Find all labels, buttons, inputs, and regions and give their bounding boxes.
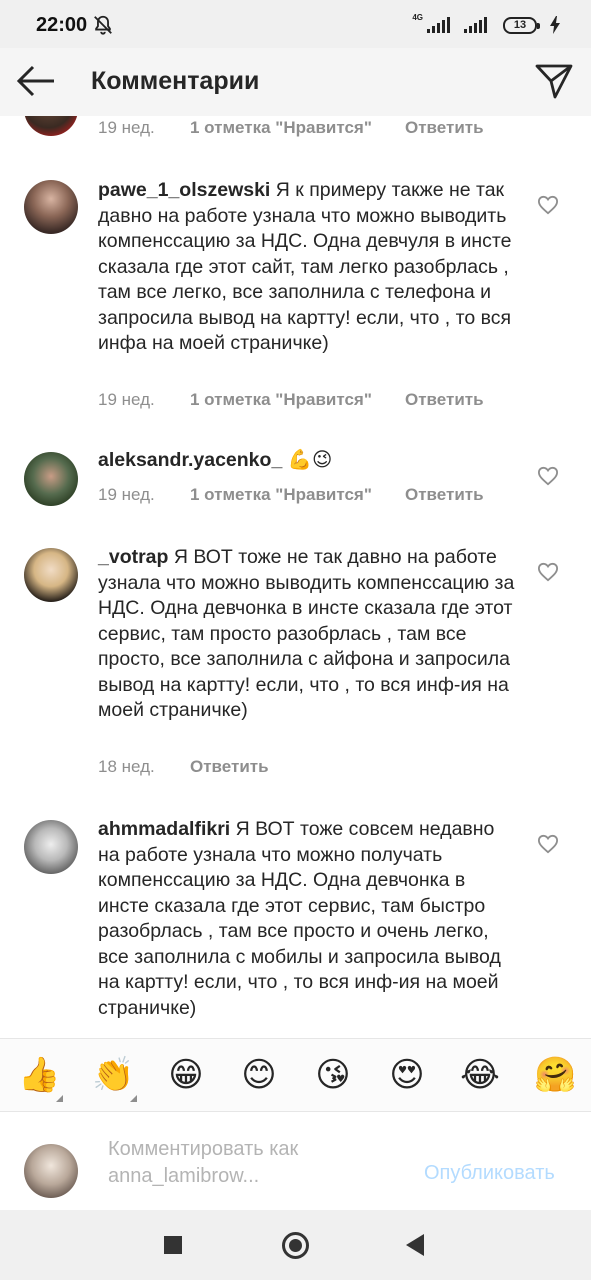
page-title: Комментарии <box>91 67 260 95</box>
reply-button[interactable]: Ответить <box>405 485 484 505</box>
back-icon[interactable] <box>406 1234 424 1256</box>
charging-icon <box>550 16 560 34</box>
comment-meta: 19 нед. 1 отметка "Нравится" Ответить <box>98 118 484 138</box>
avatar[interactable] <box>24 180 78 234</box>
comment-likes[interactable]: 1 отметка "Нравится" <box>190 118 405 138</box>
emoji-hug-button[interactable]: 🤗 <box>534 1055 576 1095</box>
comment-time: 19 нед. <box>98 485 155 504</box>
comment-likes[interactable]: 1 отметка "Нравится" <box>190 485 405 505</box>
system-nav-bar <box>0 1210 591 1280</box>
comment-input-placeholder: Комментировать как <box>108 1138 299 1160</box>
skin-tone-indicator <box>130 1095 137 1102</box>
comment-username[interactable]: pawe_1_olszewski <box>98 179 270 201</box>
comment-meta: 19 нед. 1 отметка "Нравится" Ответить <box>98 390 484 410</box>
like-heart-icon[interactable] <box>537 466 559 486</box>
comment-time: 19 нед. <box>98 390 155 409</box>
publish-button[interactable]: Опубликовать <box>424 1162 555 1185</box>
comment-input[interactable]: Комментировать как anna_lamibrow... <box>108 1136 408 1190</box>
signal-icon <box>427 17 450 33</box>
avatar[interactable] <box>24 548 78 602</box>
comment-meta: 18 нед. Ответить <box>98 757 269 777</box>
skin-tone-indicator <box>56 1095 63 1102</box>
comment-username[interactable]: aleksandr.yacenko_ <box>98 449 282 471</box>
home-icon[interactable] <box>282 1232 309 1259</box>
mute-icon <box>94 15 112 35</box>
reply-button[interactable]: Ответить <box>190 757 269 777</box>
quick-emoji-bar: 👍 👏 😁 😊 😘 😍 😂 🤗 <box>0 1038 591 1112</box>
status-bar: 22:00 4G 13 <box>0 0 591 48</box>
avatar[interactable] <box>24 452 78 506</box>
emoji-clap-button[interactable]: 👏 <box>92 1055 134 1095</box>
comment-username[interactable]: ahmmadalfikri <box>98 818 230 840</box>
emoji-kiss-button[interactable]: 😘 <box>313 1055 353 1095</box>
comment-meta: 19 нед. 1 отметка "Нравится" Ответить <box>98 485 484 505</box>
reply-button[interactable]: Ответить <box>405 390 484 410</box>
comment-body: 💪😉 <box>287 449 333 471</box>
comment-body: Я ВОТ тоже не так давно на работе узнала… <box>98 546 515 721</box>
comment-input-placeholder-user: anna_lamibrow... <box>108 1165 260 1187</box>
comment-likes[interactable]: 1 отметка "Нравится" <box>190 390 405 410</box>
network-type-label: 4G <box>412 13 423 22</box>
comment-time: 19 нед. <box>98 118 155 137</box>
comment-text: _votrap Я ВОТ тоже не так давно на работ… <box>98 545 518 724</box>
emoji-thumbs-up-button[interactable]: 👍 <box>18 1055 60 1095</box>
back-arrow-icon[interactable] <box>16 64 56 98</box>
battery-icon: 13 <box>503 16 540 34</box>
comment-username[interactable]: _votrap <box>98 546 168 568</box>
send-icon[interactable] <box>534 62 574 100</box>
signal-icon-2 <box>464 17 487 33</box>
comment-body: Я к примеру также не так давно на работе… <box>98 179 512 354</box>
comment-compose: Комментировать как anna_lamibrow... Опуб… <box>0 1112 591 1210</box>
emoji-grin-button[interactable]: 😁 <box>166 1055 206 1095</box>
app-header: Комментарии <box>0 48 591 116</box>
like-heart-icon[interactable] <box>537 834 559 854</box>
comment-text: pawe_1_olszewski Я к примеру также не та… <box>98 178 518 357</box>
emoji-smile-button[interactable]: 😊 <box>239 1055 279 1095</box>
comment-time: 18 нед. <box>98 757 155 776</box>
status-time: 22:00 <box>36 14 88 36</box>
emoji-tears-of-joy-button[interactable]: 😂 <box>460 1055 500 1095</box>
like-heart-icon[interactable] <box>537 562 559 582</box>
battery-level: 13 <box>513 19 527 31</box>
reply-button[interactable]: Ответить <box>405 118 484 138</box>
comments-list[interactable]: 19 нед. 1 отметка "Нравится" Ответить pa… <box>0 116 591 1038</box>
like-heart-icon[interactable] <box>537 195 559 215</box>
current-user-avatar <box>24 1144 78 1198</box>
comment-body: Я ВОТ тоже совсем недавно на работе узна… <box>98 818 501 1019</box>
avatar[interactable] <box>24 820 78 874</box>
comment-text: aleksandr.yacenko_ 💪😉 <box>98 448 518 474</box>
recent-apps-icon[interactable] <box>164 1236 182 1254</box>
emoji-heart-eyes-button[interactable]: 😍 <box>387 1055 427 1095</box>
avatar[interactable] <box>24 116 78 136</box>
comment-text: ahmmadalfikri Я ВОТ тоже совсем недавно … <box>98 817 518 1021</box>
